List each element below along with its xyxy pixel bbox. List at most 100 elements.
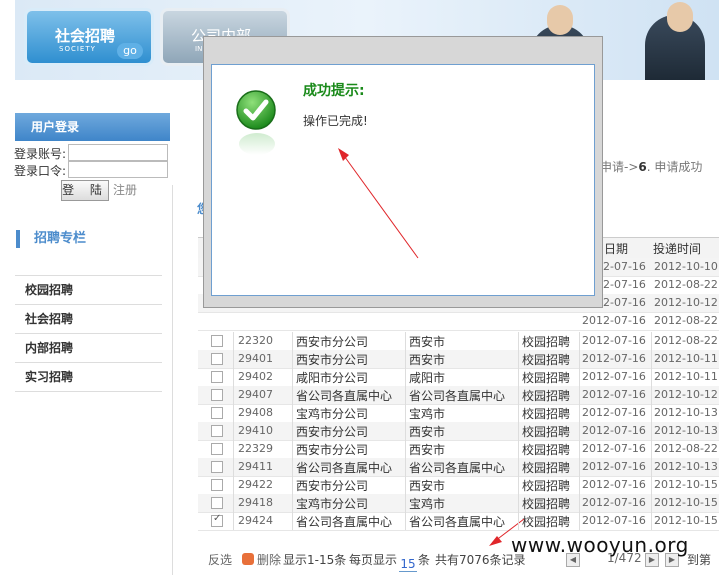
cell-city: 省公司各直属中心 xyxy=(409,461,506,475)
cell-company: 省公司各直属中心 xyxy=(296,515,393,529)
dialog-title: 成功提示: xyxy=(303,83,365,99)
cell-city: 宝鸡市 xyxy=(409,497,446,511)
cell-company: 西安市分公司 xyxy=(296,335,369,349)
cell-type: 校园招聘 xyxy=(522,461,571,475)
row-checkbox[interactable] xyxy=(211,335,223,347)
row-checkbox[interactable] xyxy=(211,371,223,383)
cell-submit-time: 2012-08-22 xyxy=(654,334,718,347)
password-input[interactable] xyxy=(68,161,168,178)
cell-type: 校园招聘 xyxy=(522,389,571,403)
password-label: 登录口令: xyxy=(14,164,67,178)
header-date: 日期 xyxy=(604,242,629,256)
table-row[interactable]: 2012-07-16 2012-08-22 xyxy=(198,312,719,331)
society-recruit-label: 社会招聘 xyxy=(55,27,116,45)
cell-submit-time: 2012-10-11 xyxy=(654,352,718,365)
cell-submit-time: 2012-10-13 xyxy=(654,460,718,473)
cell-date: 2012-07-16 xyxy=(582,370,646,383)
cell-submit-time: 2012-10-11 xyxy=(654,370,718,383)
row-checkbox[interactable] xyxy=(211,513,223,527)
cell-id: 29411 xyxy=(238,460,273,473)
cell-submit-time: 2012-10-12 xyxy=(654,388,718,401)
cell-company: 省公司各直属中心 xyxy=(296,389,393,403)
table-row[interactable]: 29408 宝鸡市分公司 宝鸡市 校园招聘 2012-07-16 2012-10-13 xyxy=(198,404,719,423)
cell-city: 西安市 xyxy=(409,443,446,457)
cell-date: 2012-07-16 xyxy=(582,388,646,401)
cell-submit-time: 2012-10-13 xyxy=(654,406,718,419)
cell-id: 22320 xyxy=(238,334,273,347)
cell-submit-time: 2012-10-15 xyxy=(654,478,718,491)
cell-date: 2012-07-16 xyxy=(582,442,646,455)
row-checkbox[interactable] xyxy=(211,443,223,455)
column-divider xyxy=(292,332,293,530)
row-checkbox[interactable] xyxy=(211,353,223,365)
account-input[interactable] xyxy=(68,144,168,161)
table-row[interactable]: 29418 宝鸡市分公司 宝鸡市 校园招聘 2012-07-16 2012-10-15 xyxy=(198,494,719,513)
table-row[interactable]: 22329 西安市分公司 西安市 校园招聘 2012-07-16 2012-08-22 xyxy=(198,440,719,459)
cell-id: 29424 xyxy=(238,514,273,527)
cell-type: 校园招聘 xyxy=(522,371,571,385)
cell-id: 29422 xyxy=(238,478,273,491)
delete-link[interactable]: 删除 xyxy=(257,551,281,568)
society-recruit-button[interactable]: 社会招聘 SOCIETY go xyxy=(24,8,154,66)
cell-company: 宝鸡市分公司 xyxy=(296,497,369,511)
table-row[interactable]: 29424 省公司各直属中心 省公司各直属中心 校园招聘 2012-07-16 2012-… xyxy=(198,512,719,531)
cell-city: 西安市 xyxy=(409,353,446,367)
row-checkbox[interactable] xyxy=(211,407,223,419)
cell-city: 省公司各直属中心 xyxy=(409,389,506,403)
recruit-column-title: 招聘专栏 xyxy=(16,230,86,248)
table-row[interactable]: 29402 咸阳市分公司 咸阳市 校园招聘 2012-07-16 2012-10-11 xyxy=(198,368,719,387)
cell-date: 2012-07-16 xyxy=(582,334,646,347)
cell-id: 22329 xyxy=(238,442,273,455)
cell-type: 校园招聘 xyxy=(522,335,571,349)
table-row[interactable]: 22320 西安市分公司 西安市 校园招聘 2012-07-16 2012-08-22 xyxy=(198,332,719,351)
cell-submit-time: 2012-08-22 xyxy=(654,278,718,291)
row-checkbox[interactable] xyxy=(211,479,223,491)
cell-city: 西安市 xyxy=(409,335,446,349)
cell-submit-time: 2012-10-13 xyxy=(654,424,718,437)
sidebar-item-internal[interactable]: 内部招聘 xyxy=(15,334,162,363)
cell-city: 宝鸡市 xyxy=(409,407,446,421)
sidebar-item-intern[interactable]: 实习招聘 xyxy=(15,363,162,392)
sidebar-item-society[interactable]: 社会招聘 xyxy=(15,305,162,334)
row-checkbox[interactable] xyxy=(211,497,223,509)
column-divider xyxy=(579,332,580,530)
cell-company: 宝鸡市分公司 xyxy=(296,407,369,421)
cell-date: 2012-07-16 xyxy=(582,314,646,327)
invert-select-link[interactable]: 反选 xyxy=(208,551,232,568)
cell-type: 校园招聘 xyxy=(522,407,571,421)
delete-icon[interactable] xyxy=(242,553,254,565)
table-row[interactable]: 29410 西安市分公司 西安市 校园招聘 2012-07-16 2012-10-13 xyxy=(198,422,719,441)
per-page-unit: 条 xyxy=(418,553,431,567)
column-divider xyxy=(405,332,406,530)
goto-page-label: 到第 xyxy=(687,553,712,567)
table-row[interactable]: 29401 西安市分公司 西安市 校园招聘 2012-07-16 2012-10-11 xyxy=(198,350,719,369)
row-checkbox[interactable] xyxy=(211,461,223,473)
success-icon-reflection xyxy=(239,133,275,155)
cell-company: 西安市分公司 xyxy=(296,443,369,457)
go-button[interactable]: go xyxy=(117,43,143,59)
login-button[interactable]: 登 陆 xyxy=(61,180,109,201)
cell-date: 2012-07-16 xyxy=(582,406,646,419)
cell-id: 29418 xyxy=(238,496,273,509)
row-checkbox[interactable] xyxy=(211,389,223,401)
cell-id: 29408 xyxy=(238,406,273,419)
cell-type: 校园招聘 xyxy=(522,443,571,457)
cell-date: 2012-07-16 xyxy=(582,424,646,437)
cell-id: 29410 xyxy=(238,424,273,437)
cell-company: 咸阳市分公司 xyxy=(296,371,369,385)
success-check-icon xyxy=(236,90,276,130)
cell-type: 校园招聘 xyxy=(522,425,571,439)
register-link[interactable]: 注册 xyxy=(113,181,137,198)
table-row[interactable]: 29407 省公司各直属中心 省公司各直属中心 校园招聘 2012-07-16 2012-… xyxy=(198,386,719,405)
cell-company: 西安市分公司 xyxy=(296,353,369,367)
table-row[interactable]: 29422 西安市分公司 西安市 校园招聘 2012-07-16 2012-10-15 xyxy=(198,476,719,495)
column-divider xyxy=(233,332,234,530)
watermark-text: www.wooyun.org xyxy=(511,533,689,557)
cell-submit-time: 2012-10-10 xyxy=(654,260,718,273)
row-checkbox[interactable] xyxy=(211,425,223,437)
account-label: 登录账号: xyxy=(14,147,67,161)
sidebar-item-campus[interactable]: 校园招聘 xyxy=(15,276,162,305)
table-row[interactable]: 29411 省公司各直属中心 省公司各直属中心 校园招聘 2012-07-16 2012-… xyxy=(198,458,719,477)
cell-date: 2012-07-16 xyxy=(582,514,646,527)
cell-company: 省公司各直属中心 xyxy=(296,461,393,475)
